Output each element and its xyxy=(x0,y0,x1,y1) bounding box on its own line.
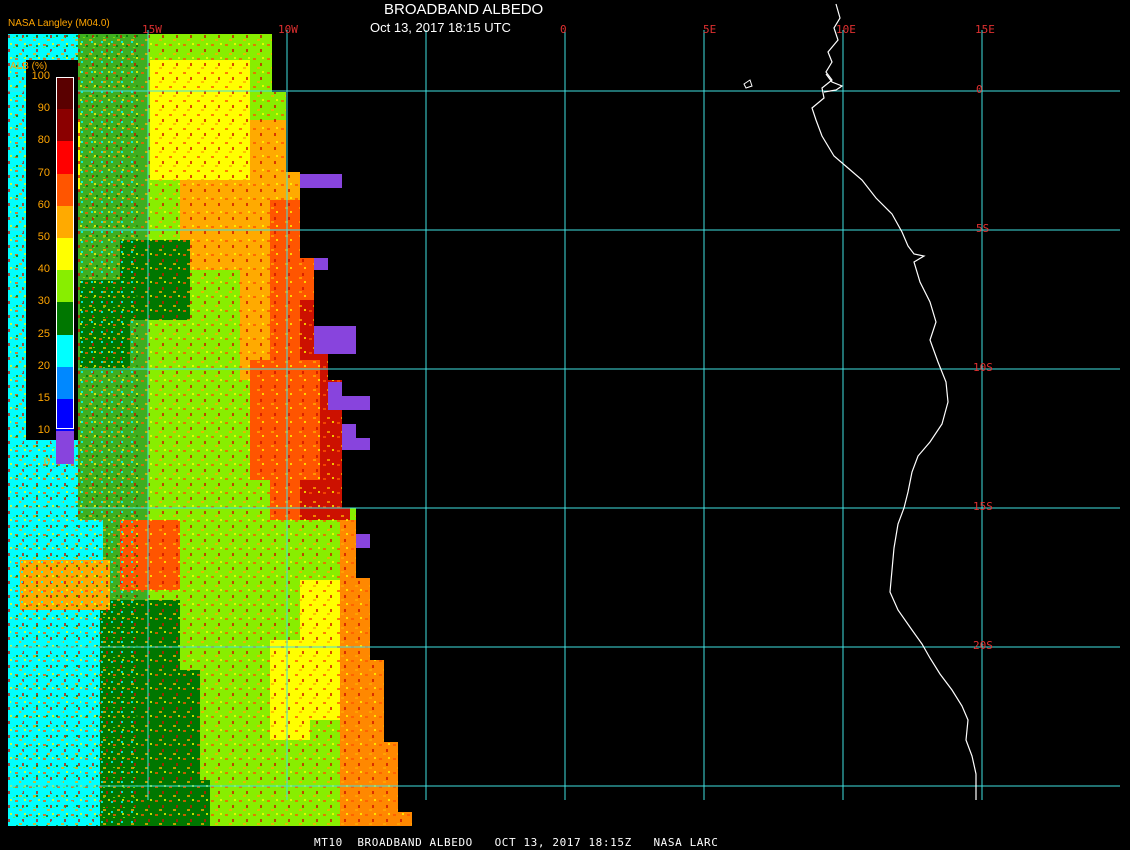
lon-label: 5E xyxy=(703,23,717,36)
lat-label: 15S xyxy=(973,500,993,513)
producer-label: NASA Langley (M04.0) xyxy=(8,18,110,29)
legend-swatch xyxy=(56,399,74,432)
legend-swatch xyxy=(56,173,74,207)
legend-tick-label: 0 xyxy=(43,456,50,469)
legend-tick-label: 15 xyxy=(37,392,50,404)
legend-swatch xyxy=(56,141,74,175)
timestamp: Oct 13, 2017 18:15 UTC xyxy=(370,20,511,35)
lon-label: 0 xyxy=(560,23,567,36)
lon-label: 10W xyxy=(278,23,298,36)
legend-swatch xyxy=(56,205,74,239)
lat-label: 5S xyxy=(976,222,990,235)
map-stage: BROADBAND ALBEDO Oct 13, 2017 18:15 UTC … xyxy=(0,0,1130,850)
legend-swatch xyxy=(56,334,74,368)
legend-swatch xyxy=(56,366,74,400)
legend-tick-label: 20 xyxy=(37,359,50,372)
lon-label: 10E xyxy=(836,23,856,36)
legend-tick-label: 60 xyxy=(37,198,50,211)
island xyxy=(743,79,753,89)
legend-tick-label: 40 xyxy=(37,263,50,276)
legend-tick-label: 50 xyxy=(37,231,50,243)
legend-tick-label: 90 xyxy=(37,102,50,115)
legend-swatch xyxy=(56,270,74,304)
coastline-north xyxy=(823,73,844,93)
legend-tick-label: 100 xyxy=(31,70,50,82)
page-title: BROADBAND ALBEDO xyxy=(384,1,544,18)
legend-tick-label: 10 xyxy=(37,424,50,437)
lat-label: 20S xyxy=(973,639,993,652)
legend-swatch xyxy=(56,302,74,336)
legend-swatch xyxy=(56,109,74,143)
coastline xyxy=(811,3,977,800)
lon-label: 15E xyxy=(975,23,995,36)
legend-tick-label: 30 xyxy=(37,295,50,308)
footer-caption: MT10 BROADBAND ALBEDO OCT 13, 2017 18:15… xyxy=(314,836,719,849)
legend-swatch xyxy=(56,238,74,271)
legend-tick-label: 70 xyxy=(37,166,50,179)
legend-swatch xyxy=(56,431,74,465)
lat-label: 0 xyxy=(976,83,983,96)
legend-tick-label: 80 xyxy=(37,134,50,147)
lon-label: 15W xyxy=(142,23,162,36)
lat-label: 10S xyxy=(973,361,993,374)
legend-swatch xyxy=(56,77,74,110)
albedo-map xyxy=(8,3,1120,826)
legend-tick-label: 25 xyxy=(37,327,50,340)
